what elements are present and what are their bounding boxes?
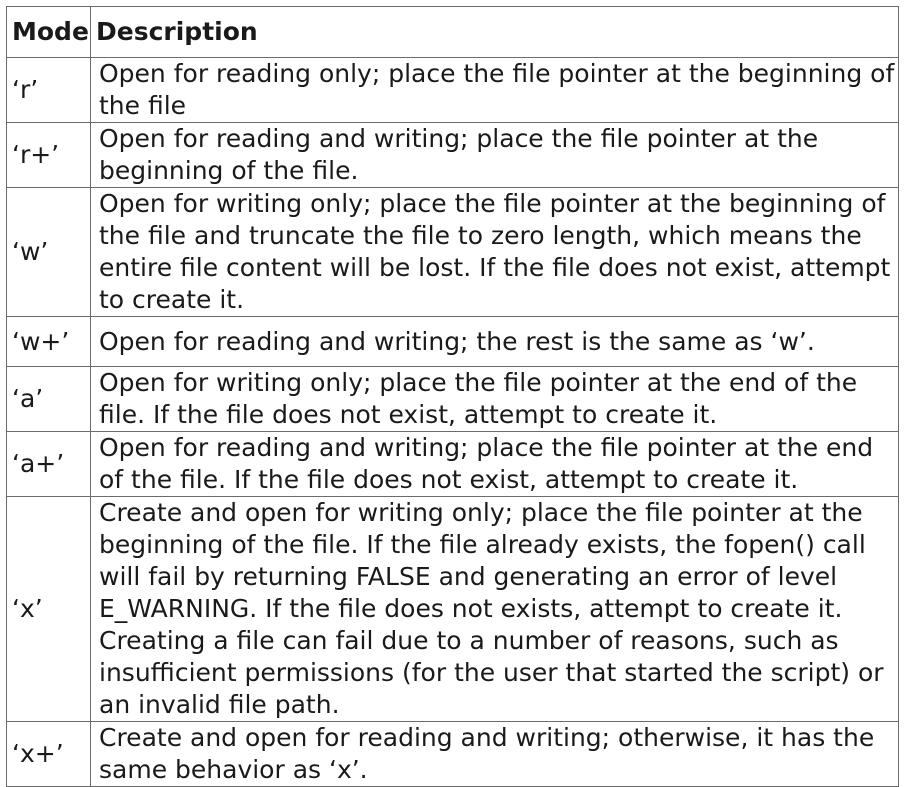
description-cell: Open for reading and writing; the rest i… [90, 316, 899, 367]
description-cell: Open for reading and writing; place the … [90, 431, 899, 497]
header-description: Description [90, 6, 899, 58]
mode-cell: ‘a+’ [6, 431, 91, 497]
table-row: ‘r’ Open for reading only; place the fil… [6, 57, 899, 123]
table-row: ‘x+’ Create and open for reading and wri… [6, 721, 899, 787]
table-row: ‘r+’ Open for reading and writing; place… [6, 122, 899, 188]
mode-cell: ‘w’ [6, 187, 91, 317]
description-cell: Open for reading only; place the file po… [90, 57, 899, 123]
table-row: ‘w+’ Open for reading and writing; the r… [6, 316, 899, 367]
mode-cell: ‘w+’ [6, 316, 91, 367]
mode-cell: ‘a’ [6, 366, 91, 432]
description-cell: Open for reading and writing; place the … [90, 122, 899, 188]
description-cell: Create and open for reading and writing;… [90, 721, 899, 787]
table-header-row: Mode Description [6, 6, 899, 58]
mode-cell: ‘x’ [6, 496, 91, 722]
header-mode: Mode [6, 6, 91, 58]
table-row: ‘a’ Open for writing only; place the fil… [6, 366, 899, 432]
file-modes-table: Mode Description ‘r’ Open for reading on… [6, 6, 899, 787]
mode-cell: ‘r+’ [6, 122, 91, 188]
file-modes-table-container: Mode Description ‘r’ Open for reading on… [6, 6, 899, 787]
description-cell: Open for writing only; place the file po… [90, 187, 899, 317]
mode-cell: ‘x+’ [6, 721, 91, 787]
table-row: ‘w’ Open for writing only; place the fil… [6, 187, 899, 317]
table-row: ‘a+’ Open for reading and writing; place… [6, 431, 899, 497]
mode-cell: ‘r’ [6, 57, 91, 123]
description-cell: Open for writing only; place the file po… [90, 366, 899, 432]
description-cell: Create and open for writing only; place … [90, 496, 899, 722]
table-row: ‘x’ Create and open for writing only; pl… [6, 496, 899, 722]
